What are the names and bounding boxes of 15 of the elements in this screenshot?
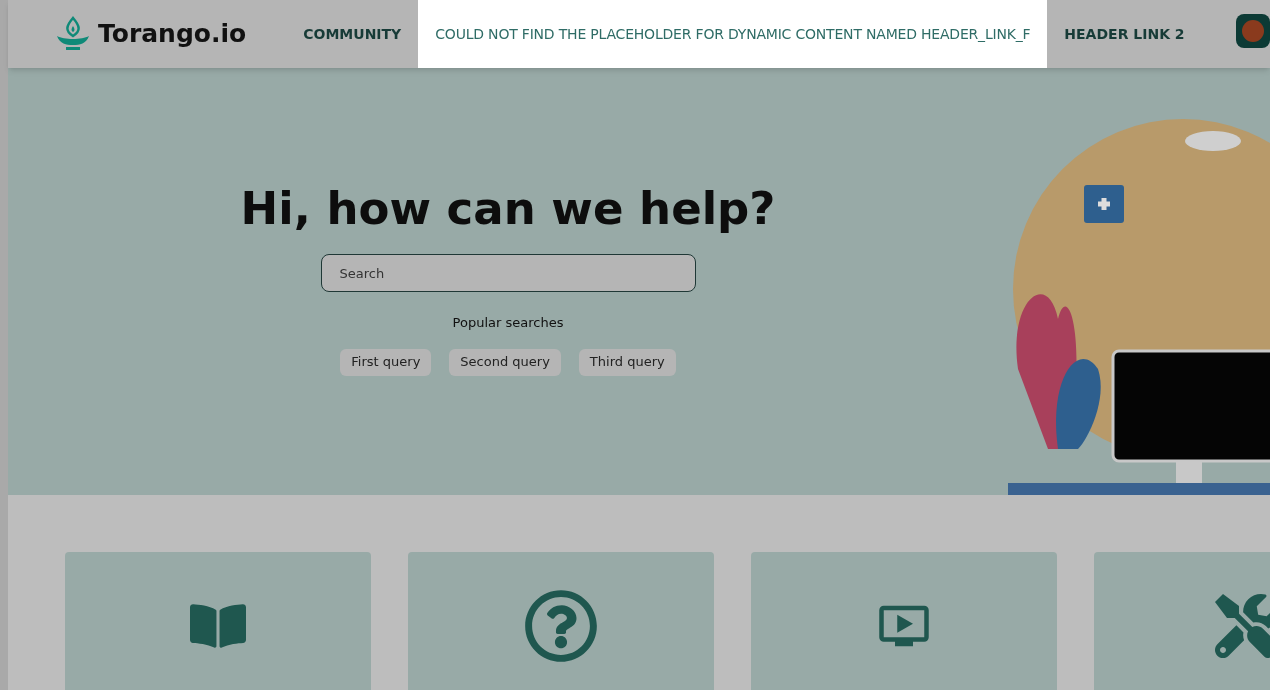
nav-link[interactable]: HEADER LINK 2 xyxy=(1047,0,1202,68)
query-chip[interactable]: Third query xyxy=(578,348,676,376)
tools-icon xyxy=(1215,594,1270,658)
logo-text[interactable]: Torango.io xyxy=(98,15,247,53)
nav-link[interactable]: COMMUNITY xyxy=(286,0,419,68)
popular-searches-label: Popular searches xyxy=(452,314,564,332)
avatar[interactable] xyxy=(1235,14,1270,48)
query-chip[interactable]: Second query xyxy=(449,348,561,376)
lamp-logo-icon xyxy=(56,16,90,52)
category-card[interactable] xyxy=(65,552,371,690)
hero-title: Hi, how can we help? xyxy=(240,186,776,231)
search-field[interactable]: Search xyxy=(320,254,696,292)
query-chip[interactable]: First query xyxy=(340,348,432,376)
category-card[interactable] xyxy=(751,552,1057,690)
category-card[interactable] xyxy=(408,552,714,690)
